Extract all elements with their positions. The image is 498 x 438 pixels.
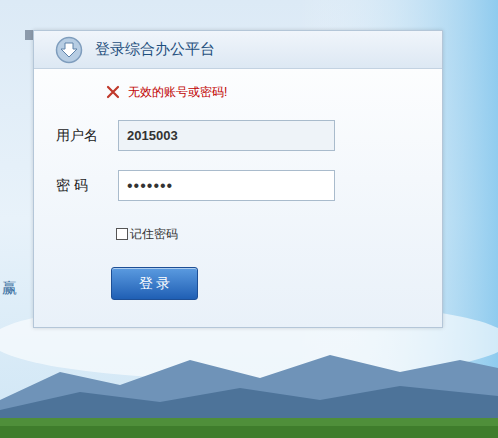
- field-label: 密 码: [56, 175, 118, 196]
- username-input[interactable]: 2015003: [118, 120, 335, 151]
- field-label: 用户名: [56, 125, 118, 146]
- remember-checkbox[interactable]: [116, 228, 128, 240]
- login-page: 赢 登录综合办公平台无效的账号或密码! 用户名2015003 密 码••••••• 记住…: [0, 0, 498, 438]
- password-input[interactable]: •••••••: [118, 170, 335, 201]
- form-row: 密 码•••••••: [56, 170, 420, 201]
- download-arrow-icon: [55, 36, 83, 64]
- form-row: 用户名2015003: [56, 120, 420, 151]
- login-button[interactable]: 登 录: [111, 267, 198, 300]
- remember-password[interactable]: 记住密码: [116, 225, 420, 243]
- error-message: 无效的账号或密码!: [106, 83, 420, 101]
- background-text: 赢: [2, 279, 17, 297]
- panel-title: 登录综合办公平台: [95, 38, 215, 61]
- login-panel: 登录综合办公平台无效的账号或密码! 用户名2015003 密 码••••••• 记住密…: [33, 30, 443, 328]
- panel-header: 登录综合办公平台: [34, 31, 442, 69]
- error-x-icon: [106, 85, 120, 99]
